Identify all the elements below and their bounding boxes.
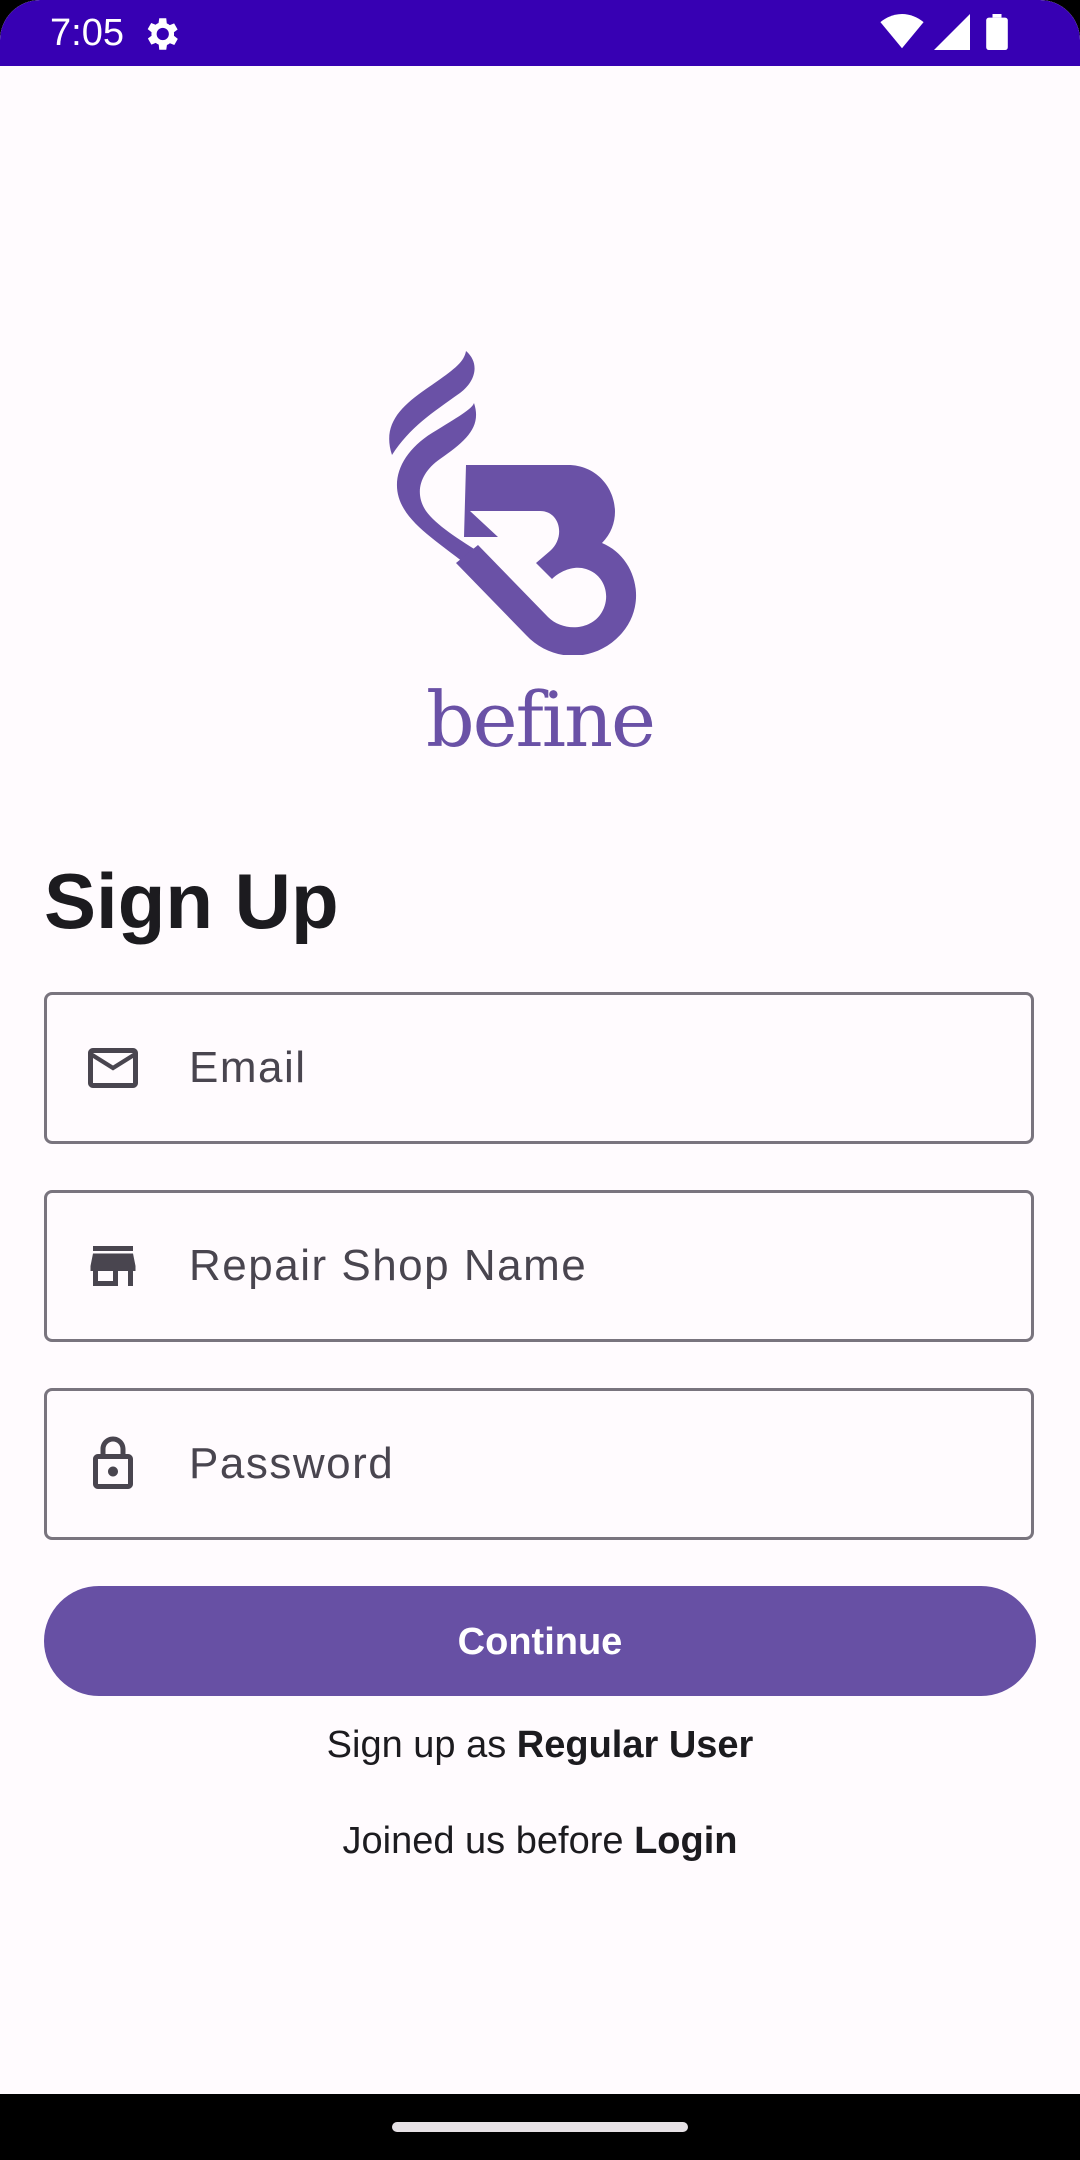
lock-icon xyxy=(93,1436,133,1489)
email-field[interactable] xyxy=(44,992,1034,1144)
shop-name-input[interactable] xyxy=(189,1193,1009,1339)
cell-signal-icon xyxy=(934,14,970,50)
wifi-icon xyxy=(880,14,924,49)
shop-name-field[interactable] xyxy=(44,1190,1034,1342)
password-field[interactable] xyxy=(44,1388,1034,1540)
store-icon xyxy=(90,1246,136,1286)
status-time: 7:05 xyxy=(50,12,124,54)
brand-name: befine xyxy=(426,675,656,764)
login-prefix: Joined us before xyxy=(342,1820,624,1862)
signup-prefix: Sign up as xyxy=(326,1724,507,1766)
regular-user-link[interactable]: Regular User xyxy=(517,1724,754,1766)
continue-button[interactable]: Continue xyxy=(44,1586,1036,1696)
home-handle[interactable] xyxy=(392,2122,688,2132)
login-link[interactable]: Login xyxy=(634,1820,737,1862)
page-title: Sign Up xyxy=(44,857,339,945)
mail-icon xyxy=(88,1048,138,1088)
signup-as-line: Sign up as Regular User xyxy=(0,1722,1080,1768)
settings-gear-icon xyxy=(147,18,178,50)
email-input[interactable] xyxy=(189,995,1009,1141)
battery-icon xyxy=(986,14,1008,50)
password-input[interactable] xyxy=(189,1391,1009,1537)
sign-up-screen: 7:05 befine Sign Up Email Repair Shop Na… xyxy=(0,0,1080,2160)
login-line: Joined us before Login xyxy=(0,1818,1080,1864)
status-bar: 7:05 xyxy=(0,0,1080,66)
befine-logo xyxy=(389,351,636,655)
